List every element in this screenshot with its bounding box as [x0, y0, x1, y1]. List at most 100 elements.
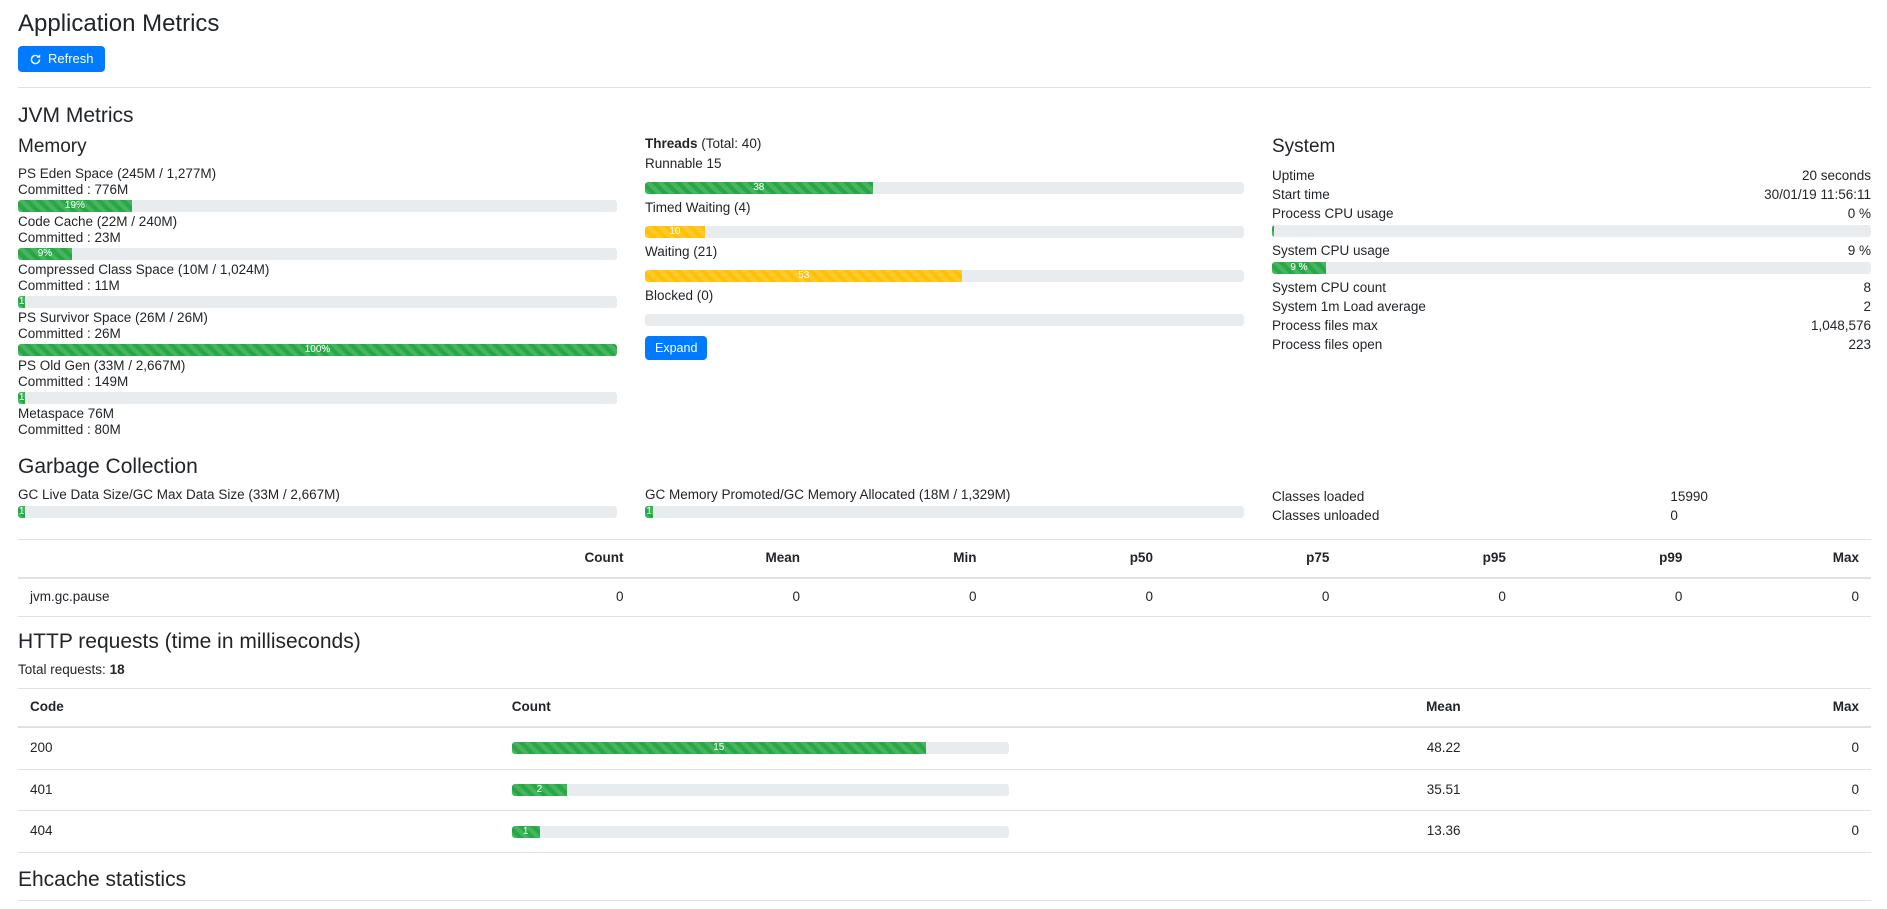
- http-count-progress-bar: 2: [512, 784, 567, 796]
- memory-metric-committed: Committed : 776M: [18, 182, 617, 198]
- system-row-label: Process files max: [1272, 316, 1378, 335]
- thread-progress-bar: 53: [645, 270, 962, 282]
- total-requests: Total requests: 18: [18, 662, 1871, 678]
- gc-classes-col: Classes loaded 15990 Classes unloaded 0: [1272, 487, 1871, 525]
- memory-progress-value: 1: [19, 392, 25, 404]
- thread-state-label: Waiting (21): [645, 244, 1244, 260]
- thread-progress-bar: 38: [645, 182, 873, 194]
- refresh-icon: [29, 53, 42, 66]
- gc-progress-bar: 1: [645, 506, 653, 518]
- system-row-files-max: Process files max 1,048,576: [1272, 316, 1871, 335]
- http-code-cell: 401: [18, 769, 500, 811]
- gc-table: Count Mean Min p50 p75 p95 p99 Max jvm.g…: [18, 539, 1871, 617]
- thread-progress-track: 38: [645, 182, 1244, 194]
- http-row-401: 401 2 35.51 0: [18, 769, 1871, 811]
- http-table: Code Count Mean Max 200 15 48.22 0: [18, 688, 1871, 854]
- http-max-cell: 0: [1473, 769, 1871, 811]
- http-table-header-row: Code Count Mean Max: [18, 688, 1871, 726]
- cache-header-gets: Cache Gets: [1176, 901, 1398, 909]
- process-cpu-progress-bar: [1272, 225, 1274, 237]
- system-row-cpu-count: System CPU count 8: [1272, 278, 1871, 297]
- http-count-progress-value: 2: [537, 784, 543, 796]
- memory-progress-bar: 1: [18, 392, 25, 404]
- gc-row-mean: 0: [636, 578, 812, 616]
- thread-state-waiting: Waiting (21) 53: [645, 244, 1244, 282]
- http-header-max: Max: [1473, 688, 1871, 726]
- jvm-metrics-row: Memory PS Eden Space (245M / 1,277M) Com…: [18, 136, 1871, 440]
- expand-button-label: Expand: [655, 340, 697, 356]
- process-cpu-progress-track: [1272, 225, 1871, 237]
- classes-unloaded-value: 0: [1670, 506, 1871, 525]
- thread-state-runnable: Runnable 15 38: [645, 156, 1244, 194]
- http-count-progress-value: 15: [713, 742, 724, 754]
- memory-metric-committed: Committed : 23M: [18, 230, 617, 246]
- page-title: Application Metrics: [18, 10, 1871, 38]
- classes-unloaded-row: Classes unloaded 0: [1272, 506, 1871, 525]
- expand-button[interactable]: Expand: [645, 336, 707, 360]
- system-column: System Uptime 20 seconds Start time 30/0…: [1272, 136, 1871, 440]
- http-mean-cell: 35.51: [1371, 769, 1473, 811]
- thread-state-blocked: Blocked (0): [645, 288, 1244, 326]
- refresh-button-label: Refresh: [48, 51, 94, 67]
- http-count-progress-bar: 15: [512, 742, 926, 754]
- http-mean-cell: 48.22: [1371, 727, 1473, 769]
- gc-table-row: jvm.gc.pause 0 0 0 0 0 0 0 0: [18, 578, 1871, 616]
- system-row-value: 9 %: [1848, 241, 1871, 260]
- gc-row-name: jvm.gc.pause: [18, 578, 459, 616]
- cache-header-spacer: [1732, 901, 1871, 909]
- gc-header-p95: p95: [1341, 540, 1517, 578]
- threads-title-label: Threads: [645, 136, 698, 151]
- gc-progress-track: 1: [645, 506, 1244, 518]
- memory-progress-value: 19%: [65, 200, 85, 212]
- memory-metric-metaspace: Metaspace 76M Committed : 80M: [18, 406, 617, 438]
- http-row-404: 404 1 13.36 0: [18, 811, 1871, 853]
- expand-button-wrap: Expand: [645, 336, 1244, 360]
- metrics-page: Application Metrics Refresh JVM Metrics …: [0, 0, 1887, 909]
- system-row-label: Uptime: [1272, 166, 1315, 185]
- system-row-system-cpu: System CPU usage 9 %: [1272, 241, 1871, 260]
- system-row-label: Start time: [1272, 185, 1330, 204]
- http-count-progress-track: 1: [512, 826, 1009, 838]
- http-header-code: Code: [18, 688, 500, 726]
- gc-row: GC Live Data Size/GC Max Data Size (33M …: [18, 487, 1871, 525]
- gc-row-max: 0: [1694, 578, 1871, 616]
- gc-memory-promoted-col: GC Memory Promoted/GC Memory Allocated (…: [645, 487, 1244, 525]
- gc-header-count: Count: [459, 540, 635, 578]
- http-max-cell: 0: [1473, 727, 1871, 769]
- system-cpu-progress-value: 9 %: [1290, 262, 1307, 274]
- gc-progress-track: 1: [18, 506, 617, 518]
- classes-unloaded-label: Classes unloaded: [1272, 506, 1670, 525]
- memory-progress-value: 100%: [305, 344, 331, 356]
- memory-metric-committed: Committed : 149M: [18, 374, 617, 390]
- ehcache-table-header-row: Cache Name Cache Hits Cache Misses Cache…: [18, 901, 1871, 909]
- memory-progress-track: 1: [18, 296, 617, 308]
- system-row-label: Process files open: [1272, 335, 1382, 354]
- system-row-value: 30/01/19 11:56:11: [1764, 185, 1871, 204]
- gc-header-p99: p99: [1518, 540, 1694, 578]
- memory-progress-track: 100%: [18, 344, 617, 356]
- ehcache-title: Ehcache statistics: [18, 867, 1871, 892]
- divider: [18, 87, 1871, 88]
- memory-progress-track: 1: [18, 392, 617, 404]
- system-title: System: [1272, 136, 1871, 158]
- thread-progress-value: 38: [753, 182, 764, 194]
- gc-progress-bar: 1: [18, 506, 25, 518]
- gc-title: Garbage Collection: [18, 454, 1871, 479]
- gc-header-p50: p50: [988, 540, 1164, 578]
- memory-metric-label: Metaspace 76M: [18, 406, 617, 422]
- system-row-value: 223: [1848, 335, 1871, 354]
- gc-row-p99: 0: [1518, 578, 1694, 616]
- http-count-cell: 2: [500, 769, 1371, 811]
- memory-progress-value: 1: [19, 296, 25, 308]
- classes-loaded-row: Classes loaded 15990: [1272, 487, 1871, 506]
- memory-metric-committed: Committed : 26M: [18, 326, 617, 342]
- memory-metric-old-gen: PS Old Gen (33M / 2,667M) Committed : 14…: [18, 358, 617, 404]
- http-count-progress-bar: 1: [512, 826, 540, 838]
- thread-progress-value: 53: [798, 270, 809, 282]
- total-requests-value: 18: [110, 662, 125, 677]
- http-code-cell: 404: [18, 811, 500, 853]
- refresh-button[interactable]: Refresh: [18, 46, 105, 72]
- system-row-process-cpu: Process CPU usage 0 %: [1272, 204, 1871, 223]
- thread-progress-value: 10: [669, 226, 680, 238]
- http-header-count: Count: [500, 688, 1371, 726]
